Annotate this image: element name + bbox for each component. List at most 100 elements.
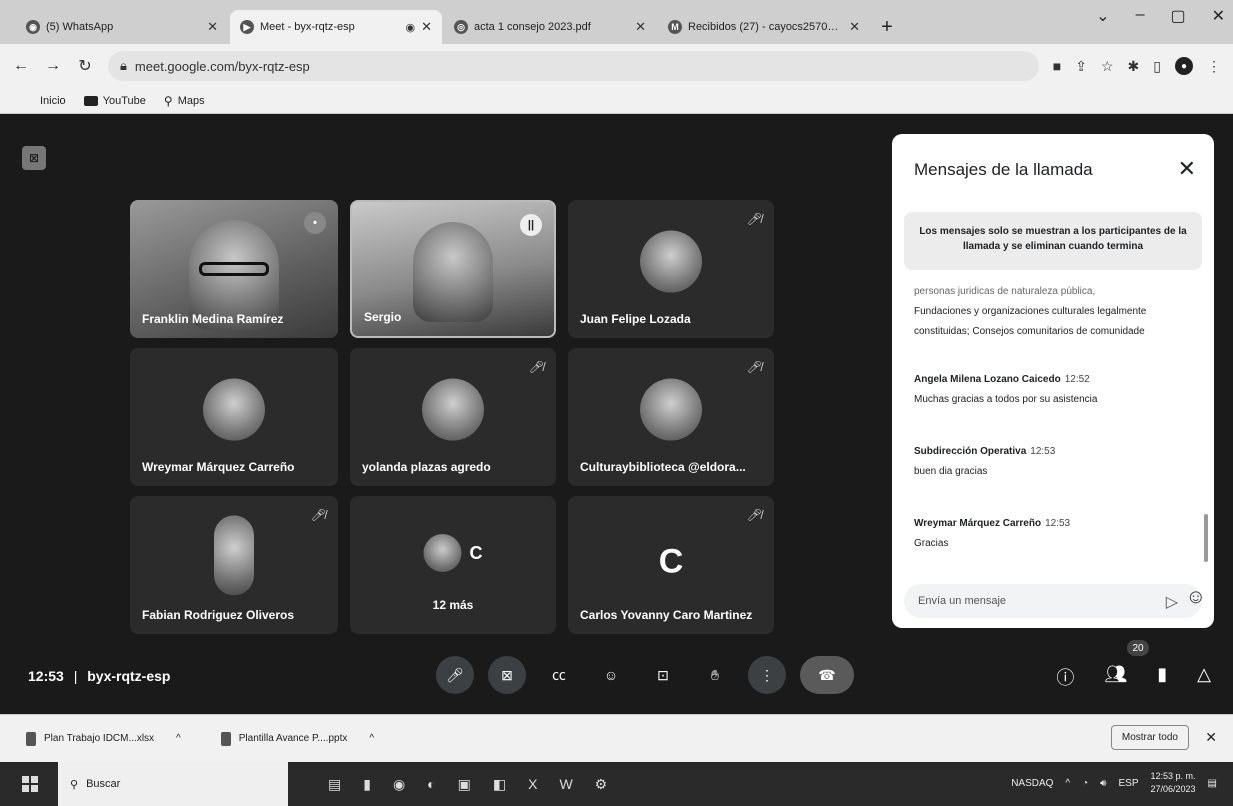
tab-meet[interactable]: ▶ Meet - byx-rqtz-esp ◉ ✕ [230,10,442,44]
side-panel-icon[interactable]: ▯ [1153,58,1161,75]
chat-notice: Los mensajes solo se muestran a los part… [904,212,1202,270]
activities-icon[interactable]: △ [1197,664,1211,690]
participant-avatar [640,230,702,293]
chat-scrollbar[interactable] [1204,514,1208,562]
people-icon[interactable]: 👥︎ [1104,664,1127,690]
download-filename: Plan Trabajo IDCM...xlsx [44,733,155,744]
bookmark-maps[interactable]: ⚲ Maps [164,94,205,108]
audio-level-icon: || [520,214,542,236]
app-icon[interactable]: ◧ [493,776,506,793]
back-icon[interactable]: ← [12,57,30,75]
participant-tile[interactable]: Wreymar Márquez Carreño [130,348,338,486]
bookmark-youtube[interactable]: YouTube [83,94,146,107]
download-item[interactable]: Plan Trabajo IDCM...xlsx ^ [26,731,181,746]
language-indicator[interactable]: ESP [1118,778,1138,789]
word-icon[interactable]: W [559,776,572,793]
raise-hand-button[interactable]: ✋︎ [696,656,734,694]
tab-close-icon[interactable]: ✕ [207,19,218,35]
chat-text: Gracias [914,538,949,549]
info-icon[interactable]: ⓘ [1056,664,1074,690]
chrome-icon[interactable]: ◉ [393,776,405,793]
tab-pdf[interactable]: ◎ acta 1 consejo 2023.pdf ✕ [444,10,656,44]
app-icon[interactable]: ◐ [427,776,435,793]
participant-name: Wreymar Márquez Carreño [142,460,295,474]
clock[interactable]: 12:53 p. m. 27/06/2023 [1151,770,1196,796]
gmail-icon: M [668,20,682,34]
task-view-icon[interactable]: ▤ [328,776,341,793]
tab-whatsapp[interactable]: ◉ (5) WhatsApp ✕ [16,10,228,44]
minimize-icon[interactable]: – [1136,6,1145,26]
close-window-icon[interactable]: ✕ [1212,6,1225,26]
menu-kebab-icon[interactable]: ⋮ [1207,58,1221,75]
assistant-icon[interactable]: ☺ [1186,586,1206,609]
close-icon[interactable]: ✕ [1178,156,1196,182]
tab-close-icon[interactable]: ✕ [849,19,860,35]
chevron-up-icon[interactable]: ^ [1065,778,1070,789]
store-icon[interactable]: ▣ [458,776,471,793]
mic-toggle-button[interactable]: 🎤︎ [436,656,474,694]
show-all-downloads-button[interactable]: Mostrar todo [1110,725,1189,750]
tab-search-icon[interactable]: ⌄ [1096,6,1109,26]
participant-tile[interactable]: 🎤︎̸ Juan Felipe Lozada [568,200,774,338]
present-button[interactable]: ⊡ [644,656,682,694]
profile-avatar-icon[interactable]: ● [1175,57,1193,75]
download-item[interactable]: Plantilla Avance P....pptx ^ [220,731,374,746]
clock-date: 27/06/2023 [1150,784,1196,794]
search-placeholder: Buscar [86,778,121,790]
participant-video [413,222,493,322]
chat-message-input[interactable]: Envía un mensaje [904,584,1202,618]
chat-icon[interactable]: ▮ [1157,664,1167,690]
notifications-icon[interactable]: ▤ [1208,778,1217,789]
settings-icon[interactable]: ⚙ [595,776,608,793]
maximize-icon[interactable]: ▢ [1170,6,1185,26]
reload-icon[interactable]: ↻ [76,56,94,76]
volume-icon[interactable]: 🔊︎ [1100,778,1106,789]
tab-close-icon[interactable]: ✕ [421,19,432,35]
participant-tile[interactable]: 🎤︎̸ Fabian Rodriguez Oliveros [130,496,338,634]
extensions-icon[interactable]: ✱ [1128,58,1140,75]
bookmark-star-icon[interactable]: ☆ [1101,58,1114,75]
tab-close-icon[interactable]: ✕ [635,19,646,35]
lock-icon[interactable]: 🔒︎ [120,58,127,74]
network-icon[interactable]: ◔ [1082,778,1088,789]
share-icon[interactable]: ⇪ [1075,58,1087,75]
stock-ticker[interactable]: NASDAQ [1011,778,1053,789]
participant-name: Franklin Medina Ramírez [142,312,284,326]
participant-tile[interactable]: || Sergio [350,200,556,338]
chat-time: 12:53 [1045,518,1071,529]
close-icon[interactable]: ✕ [1205,729,1217,746]
present-screen-icon: ⊡ [657,666,669,683]
url-bar[interactable]: 🔒︎ meet.google.com/byx-rqtz-esp [108,51,1039,81]
bookmark-label: YouTube [102,94,146,107]
camera-toggle-button[interactable]: ⊠ [488,656,526,694]
leave-call-button[interactable]: ☎ [800,656,854,694]
file-explorer-icon[interactable]: ▮ [363,776,371,793]
mic-off-icon: 🎤︎ [446,666,464,683]
camera-off-indicator-icon[interactable]: ⊠ [22,146,46,170]
chat-line: constituidas; Consejos comunitarios de c… [914,326,1145,337]
participant-tile[interactable]: 🎤︎̸ Culturaybiblioteca @eldora... [568,348,774,486]
excel-icon[interactable]: X [528,776,537,793]
participant-avatar [422,378,484,441]
audio-level-icon: • [304,212,326,234]
new-tab-button[interactable]: + [872,10,902,44]
taskbar-search[interactable]: ⚲ Buscar [58,762,288,806]
chevron-up-icon[interactable]: ^ [369,733,374,744]
bookmark-inicio[interactable]: Inicio [40,95,66,107]
more-participants-tile[interactable]: C 12 más [350,496,556,634]
more-options-button[interactable]: ⋮ [748,656,786,694]
participant-tile[interactable]: • Franklin Medina Ramírez [130,200,338,338]
captions-button[interactable]: ㏄ [540,656,578,694]
forward-icon[interactable]: → [44,57,62,75]
participant-tile[interactable]: C 🎤︎̸ Carlos Yovanny Caro Martinez [568,496,774,634]
send-icon[interactable]: ▷ [1166,592,1178,612]
hang-up-icon: ☎ [818,666,836,683]
tab-gmail[interactable]: M Recibidos (27) - cayocs2570@gm ✕ [658,10,870,44]
chevron-up-icon[interactable]: ^ [176,733,181,744]
meeting-time: 12:53 [28,668,64,684]
bookmarks-bar: Inicio YouTube ⚲ Maps [0,88,1233,114]
windows-start-icon[interactable] [22,776,38,792]
reactions-button[interactable]: ☺ [592,656,630,694]
participant-tile[interactable]: 🎤︎̸ yolanda plazas agredo [350,348,556,486]
camera-in-use-icon[interactable]: ■ [1053,58,1061,74]
